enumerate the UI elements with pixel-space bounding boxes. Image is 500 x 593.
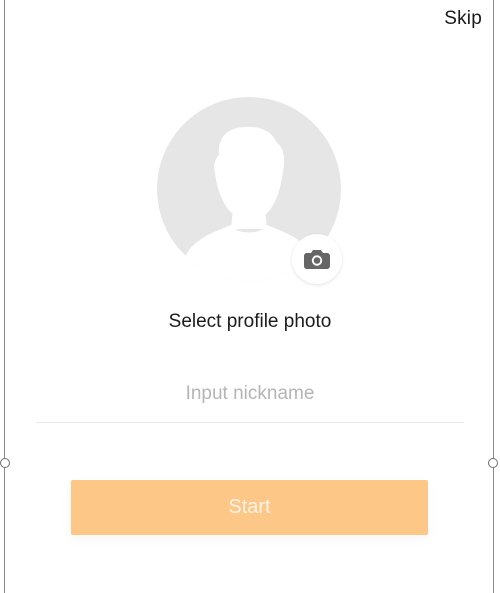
right-resize-handle[interactable]: [488, 458, 498, 468]
skip-button[interactable]: Skip: [444, 8, 482, 30]
nickname-input[interactable]: [36, 372, 464, 416]
nickname-field: [36, 372, 464, 423]
start-button[interactable]: Start: [71, 480, 428, 535]
right-frame-edge: [493, 0, 494, 593]
profile-setup-screen: Skip Select profile photo Start: [0, 0, 500, 593]
camera-icon: [304, 250, 330, 269]
left-frame-edge: [4, 0, 5, 593]
select-profile-photo-label: Select profile photo: [168, 311, 332, 332]
change-photo-button[interactable]: [292, 234, 342, 284]
left-resize-handle[interactable]: [0, 458, 10, 468]
